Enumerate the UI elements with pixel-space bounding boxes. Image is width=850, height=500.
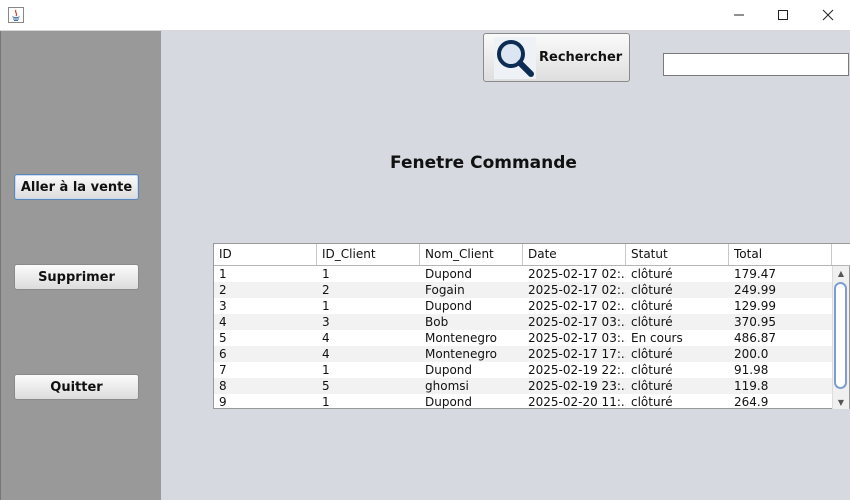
orders-table: ID ID_Client Nom_Client Date Statut Tota… — [213, 243, 850, 409]
table-cell: ghomsi — [425, 379, 469, 393]
search-input[interactable] — [663, 53, 849, 76]
table-cell: 9 — [219, 395, 227, 409]
table-row[interactable]: 5 4 Montenegro 2025-02-17 03:... En cours 486… — [214, 330, 833, 346]
table-cell: 129.99 — [734, 299, 776, 313]
search-button[interactable]: Rechercher — [483, 33, 630, 82]
table-cell: clôturé — [631, 315, 673, 329]
table-cell: 179.47 — [734, 267, 776, 281]
table-cell: 8 — [219, 379, 227, 393]
table-cell: clôturé — [631, 299, 673, 313]
page-title: Fenetre Commande — [390, 153, 577, 173]
scroll-thumb[interactable] — [834, 282, 847, 389]
maximize-button[interactable] — [760, 0, 806, 30]
column-header-date[interactable]: Date — [523, 244, 626, 265]
table-cell: 2 — [322, 283, 330, 297]
table-cell: 119.8 — [734, 379, 769, 393]
table-cell: 249.99 — [734, 283, 776, 297]
table-cell: clôturé — [631, 347, 673, 361]
go-to-sale-button[interactable]: Aller à la vente — [14, 174, 139, 200]
table-cell: 1 — [322, 299, 330, 313]
table-row[interactable]: 9 1 Dupond 2025-02-20 11:... clôturé 264.9 — [214, 394, 833, 410]
vertical-scrollbar[interactable]: ▲ ▼ — [832, 266, 849, 409]
table-cell: 2025-02-20 11:... — [528, 395, 626, 409]
table-cell: 2025-02-17 03:... — [528, 331, 626, 345]
close-icon — [822, 9, 834, 21]
table-header-corner — [832, 244, 849, 265]
table-row[interactable]: 6 4 Montenegro 2025-02-17 17:... clôturé 200.… — [214, 346, 833, 362]
table-cell: 2025-02-19 23:... — [528, 379, 626, 393]
search-button-label: Rechercher — [539, 50, 623, 65]
scroll-up-icon[interactable]: ▲ — [833, 266, 849, 280]
table-cell: Dupond — [425, 267, 473, 281]
sidebar: Aller à la vente Supprimer Quitter — [0, 31, 161, 500]
table-cell: 4 — [322, 331, 330, 345]
window-titlebar — [0, 0, 850, 31]
table-cell: 91.98 — [734, 363, 769, 377]
scroll-down-icon[interactable]: ▼ — [833, 395, 849, 409]
table-cell: 1 — [322, 395, 330, 409]
table-cell: 2025-02-17 02:... — [528, 299, 626, 313]
column-header-statut[interactable]: Statut — [626, 244, 729, 265]
table-cell: Montenegro — [425, 331, 498, 345]
table-cell: Dupond — [425, 395, 473, 409]
table-cell: clôturé — [631, 363, 673, 377]
table-row[interactable]: 4 3 Bob 2025-02-17 03:... clôturé 370.95 — [214, 314, 833, 330]
table-cell: 486.87 — [734, 331, 776, 345]
table-cell: Bob — [425, 315, 449, 329]
table-body: 1 1 Dupond 2025-02-17 02:... clôturé 179.47 2 2… — [214, 266, 833, 410]
column-header-total[interactable]: Total — [729, 244, 832, 265]
table-cell: 2 — [219, 283, 227, 297]
table-cell: 200.0 — [734, 347, 769, 361]
table-cell: 5 — [322, 379, 330, 393]
table-cell: 5 — [219, 331, 227, 345]
quit-button[interactable]: Quitter — [14, 374, 139, 400]
minimize-icon — [734, 14, 744, 16]
table-cell: Dupond — [425, 363, 473, 377]
table-cell: 4 — [219, 315, 227, 329]
table-row[interactable]: 2 2 Fogain 2025-02-17 02:... clôturé 249.99 — [214, 282, 833, 298]
table-cell: clôturé — [631, 283, 673, 297]
delete-button[interactable]: Supprimer — [14, 264, 139, 290]
table-cell: clôturé — [631, 267, 673, 281]
table-cell: 2025-02-19 22:... — [528, 363, 626, 377]
minimize-button[interactable] — [716, 0, 762, 30]
maximize-icon — [778, 10, 788, 20]
table-cell: En cours — [631, 331, 683, 345]
table-cell: Montenegro — [425, 347, 498, 361]
table-row[interactable]: 1 1 Dupond 2025-02-17 02:... clôturé 179.47 — [214, 266, 833, 282]
table-row[interactable]: 3 1 Dupond 2025-02-17 02:... clôturé 129.99 — [214, 298, 833, 314]
table-cell: 7 — [219, 363, 227, 377]
magnifier-icon — [494, 36, 536, 79]
table-cell: clôturé — [631, 379, 673, 393]
table-cell: Fogain — [425, 283, 465, 297]
java-icon — [8, 7, 24, 23]
table-row[interactable]: 7 1 Dupond 2025-02-19 22:... clôturé 91.98 — [214, 362, 833, 378]
table-cell: 2025-02-17 02:... — [528, 283, 626, 297]
table-cell: 2025-02-17 03:... — [528, 315, 626, 329]
table-cell: 2025-02-17 02:... — [528, 267, 626, 281]
column-header-id-client[interactable]: ID_Client — [317, 244, 420, 265]
table-cell: 3 — [219, 299, 227, 313]
table-cell: 4 — [322, 347, 330, 361]
table-cell: 1 — [219, 267, 227, 281]
main-panel: Rechercher Fenetre Commande ID ID_Client… — [161, 31, 850, 500]
table-cell: 264.9 — [734, 395, 769, 409]
table-cell: 1 — [322, 363, 330, 377]
table-cell: 370.95 — [734, 315, 776, 329]
table-cell: 2025-02-17 17:... — [528, 347, 626, 361]
table-cell: 6 — [219, 347, 227, 361]
table-cell: 3 — [322, 315, 330, 329]
table-cell: 1 — [322, 267, 330, 281]
column-header-nom-client[interactable]: Nom_Client — [420, 244, 523, 265]
close-button[interactable] — [805, 0, 850, 30]
table-cell: clôturé — [631, 395, 673, 409]
column-header-id[interactable]: ID — [214, 244, 317, 265]
table-header: ID ID_Client Nom_Client Date Statut Tota… — [214, 244, 850, 266]
table-row[interactable]: 8 5 ghomsi 2025-02-19 23:... clôturé 119.8 — [214, 378, 833, 394]
table-cell: Dupond — [425, 299, 473, 313]
